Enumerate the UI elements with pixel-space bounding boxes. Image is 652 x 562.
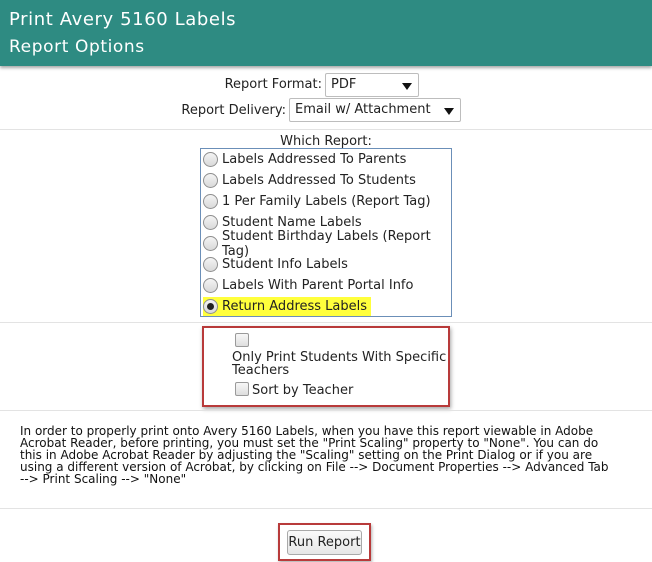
- print-scaling-note: In order to properly print onto Avery 51…: [20, 425, 635, 485]
- report-format-value: PDF: [331, 77, 357, 92]
- note-line: --> Print Scaling --> "None": [20, 472, 187, 486]
- report-format-select[interactable]: PDF: [325, 73, 419, 97]
- report-delivery-select[interactable]: Email w/ Attachment: [289, 98, 461, 122]
- radio-button[interactable]: [203, 152, 218, 167]
- report-delivery-value: Email w/ Attachment: [295, 102, 431, 117]
- radio-button[interactable]: [203, 257, 218, 272]
- specific-teachers-label-line2: Teachers: [232, 363, 290, 378]
- page-subtitle: Report Options: [9, 37, 145, 57]
- divider: [0, 410, 652, 411]
- sort-by-teacher-checkbox[interactable]: [235, 382, 249, 396]
- report-option-birthday[interactable]: Student Birthday Labels (Report Tag): [203, 229, 451, 259]
- chevron-down-icon: [444, 108, 454, 115]
- report-option-return-address[interactable]: Return Address Labels: [203, 297, 372, 316]
- report-option-label: 1 Per Family Labels (Report Tag): [222, 194, 431, 209]
- sort-by-teacher-label: Sort by Teacher: [252, 383, 354, 398]
- run-report-button[interactable]: Run Report: [287, 530, 362, 555]
- page-header: Print Avery 5160 Labels Report Options: [0, 0, 652, 66]
- report-delivery-label: Report Delivery:: [181, 103, 286, 118]
- report-option-label: Labels Addressed To Parents: [222, 152, 407, 167]
- divider: [0, 129, 652, 130]
- report-option-student-info[interactable]: Student Info Labels: [203, 255, 348, 274]
- report-option-parents[interactable]: Labels Addressed To Parents: [203, 150, 406, 169]
- report-option-label: Student Info Labels: [222, 257, 348, 272]
- report-option-label: Labels Addressed To Students: [222, 173, 416, 188]
- radio-button[interactable]: [203, 173, 218, 188]
- specific-teachers-label: Only Print Students With Specific Teache…: [232, 351, 446, 377]
- radio-button-selected[interactable]: [203, 299, 218, 314]
- report-option-family[interactable]: 1 Per Family Labels (Report Tag): [203, 192, 431, 211]
- report-option-label: Labels With Parent Portal Info: [222, 278, 414, 293]
- page-title: Print Avery 5160 Labels: [9, 9, 237, 30]
- report-format-label: Report Format:: [224, 77, 322, 92]
- chevron-down-icon: [402, 83, 412, 90]
- divider: [0, 508, 652, 509]
- radio-button[interactable]: [203, 236, 218, 251]
- teacher-options-panel: Only Print Students With Specific Teache…: [202, 326, 450, 407]
- specific-teachers-checkbox[interactable]: [235, 333, 249, 347]
- radio-button[interactable]: [203, 278, 218, 293]
- radio-button[interactable]: [203, 194, 218, 209]
- report-option-label: Student Birthday Labels (Report Tag): [222, 228, 431, 259]
- divider: [0, 322, 652, 323]
- report-option-parent-portal[interactable]: Labels With Parent Portal Info: [203, 276, 413, 295]
- run-report-highlight: Run Report: [278, 523, 371, 561]
- which-report-title: Which Report:: [280, 134, 372, 149]
- radio-button[interactable]: [203, 215, 218, 230]
- report-option-label: Return Address Labels: [222, 299, 368, 314]
- report-option-students[interactable]: Labels Addressed To Students: [203, 171, 416, 190]
- report-options-list: Labels Addressed To Parents Labels Addre…: [200, 148, 452, 317]
